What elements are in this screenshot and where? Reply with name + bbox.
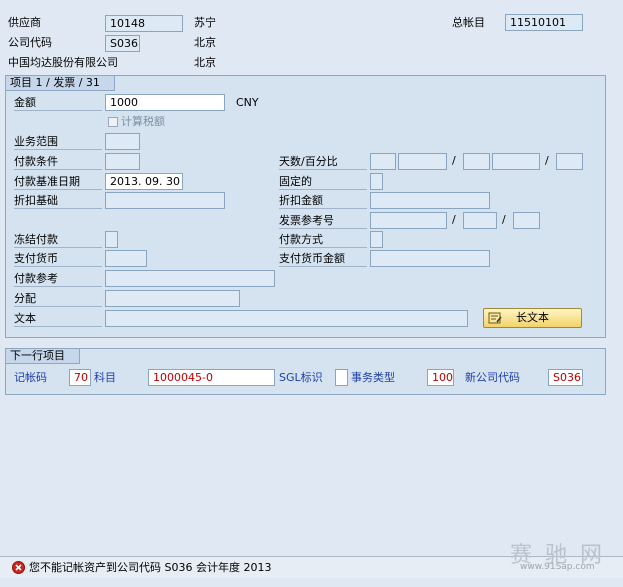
item-group-title: 项目 1 / 发票 / 31 — [6, 76, 115, 91]
discount-amount-label: 折扣金额 — [279, 193, 367, 209]
company-name: 中国均达股份有限公司 — [8, 56, 118, 69]
payment-ref-label: 付款参考 — [14, 271, 102, 287]
days2-field[interactable] — [463, 153, 490, 170]
payment-currency-field[interactable] — [105, 250, 147, 267]
company-code-label: 公司代码 — [8, 36, 52, 49]
payment-method-field[interactable] — [370, 231, 383, 248]
sgl-field[interactable] — [335, 369, 348, 386]
percent2-field[interactable] — [492, 153, 540, 170]
invoice-ref-field[interactable] — [370, 212, 447, 229]
discount-amount-field[interactable] — [370, 192, 490, 209]
vendor-field[interactable]: 10148 — [105, 15, 183, 32]
sgl-label: SGL标识 — [279, 371, 323, 384]
error-icon — [12, 561, 25, 574]
payment-terms-field[interactable] — [105, 153, 140, 170]
amount-field[interactable]: 1000 — [105, 94, 225, 111]
slash-1: / — [452, 154, 456, 167]
new-company-label: 新公司代码 — [465, 371, 520, 384]
payment-currency-label: 支付货币 — [14, 251, 102, 267]
next-item-group-title: 下一行项目 — [6, 349, 80, 364]
fixed-field[interactable] — [370, 173, 383, 190]
amount-label: 金额 — [14, 95, 102, 111]
new-company-field[interactable]: S036 — [548, 369, 583, 386]
assignment-field[interactable] — [105, 290, 240, 307]
payment-currency-amount-label: 支付货币金额 — [279, 251, 367, 267]
account-field[interactable]: 1000045-0 — [148, 369, 275, 386]
payment-block-label: 冻结付款 — [14, 232, 102, 248]
company-name-city: 北京 — [194, 56, 216, 69]
payment-currency-amount-field[interactable] — [370, 250, 490, 267]
baseline-date-label: 付款基准日期 — [14, 174, 102, 190]
status-message: 您不能记帐资产到公司代码 S036 会计年度 2013 — [29, 561, 272, 574]
slash-3: / — [452, 213, 456, 226]
vendor-name: 苏宁 — [194, 16, 216, 29]
business-area-label: 业务范围 — [14, 134, 102, 150]
long-text-button[interactable]: 长文本 — [483, 308, 582, 328]
gl-account-field[interactable]: 11510101 — [505, 14, 583, 31]
days1-field[interactable] — [370, 153, 396, 170]
fixed-label: 固定的 — [279, 174, 367, 190]
discount-base-label: 折扣基础 — [14, 193, 102, 209]
edit-text-icon — [488, 312, 502, 324]
payment-ref-field[interactable] — [105, 270, 275, 287]
currency-text: CNY — [236, 96, 259, 109]
slash-2: / — [545, 154, 549, 167]
invoice-ref-item-field[interactable] — [513, 212, 540, 229]
baseline-date-field[interactable]: 2013. 09. 30 — [105, 173, 183, 190]
vendor-label: 供应商 — [8, 16, 41, 29]
transaction-type-label: 事务类型 — [351, 371, 395, 384]
calc-tax-checkbox[interactable] — [108, 117, 118, 127]
account-label: 科目 — [94, 371, 116, 384]
payment-terms-label: 付款条件 — [14, 154, 102, 170]
invoice-ref-year-field[interactable] — [463, 212, 497, 229]
gl-account-label: 总帐目 — [452, 16, 485, 29]
discount-base-field[interactable] — [105, 192, 225, 209]
invoice-ref-label: 发票参考号 — [279, 213, 367, 229]
business-area-field[interactable] — [105, 133, 140, 150]
payment-block-field[interactable] — [105, 231, 118, 248]
calc-tax-label: 计算税额 — [121, 115, 165, 128]
transaction-type-field[interactable]: 100 — [427, 369, 454, 386]
watermark-url: www.91Sap.com — [520, 562, 595, 572]
slash-4: / — [502, 213, 506, 226]
posting-key-label: 记帐码 — [14, 371, 47, 384]
company-code-field[interactable]: S036 — [105, 35, 140, 52]
payment-method-label: 付款方式 — [279, 232, 367, 248]
percent1-field[interactable] — [398, 153, 447, 170]
text-field[interactable] — [105, 310, 468, 327]
assignment-label: 分配 — [14, 291, 102, 307]
company-city: 北京 — [194, 36, 216, 49]
days-percent-label: 天数/百分比 — [279, 154, 367, 170]
posting-key-field[interactable]: 70 — [69, 369, 91, 386]
long-text-button-label: 长文本 — [516, 311, 549, 324]
text-label: 文本 — [14, 311, 102, 327]
days3-field[interactable] — [556, 153, 583, 170]
